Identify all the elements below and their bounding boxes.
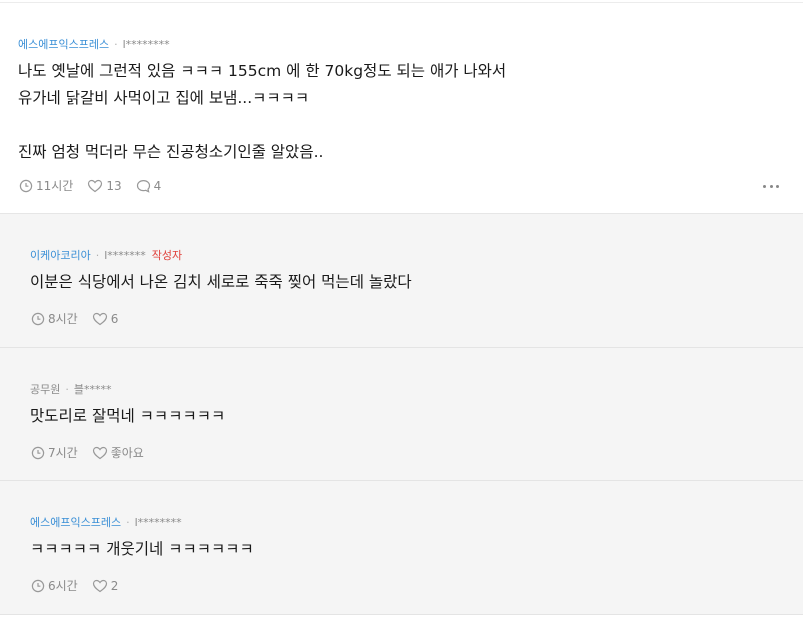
like-label: 좋아요 — [110, 446, 144, 460]
comment-actions: 11시간 13 4 — [19, 177, 175, 194]
comment-actions: 7시간 좋아요 — [31, 444, 158, 461]
clock-icon — [31, 446, 45, 459]
heart-icon — [92, 446, 107, 459]
reply-item: 이케아코리아 · l******* 작성자 이분은 식당에서 나온 김치 세로로 죽죽… — [0, 214, 803, 348]
nickname: l******** — [122, 38, 170, 51]
like-count: 13 — [106, 178, 122, 193]
time-label: 8시간 — [48, 312, 78, 326]
heart-icon — [88, 179, 103, 192]
comment-line — [18, 112, 506, 139]
nickname: 블***** — [73, 383, 112, 396]
meta-separator: · — [114, 38, 118, 51]
like-button[interactable]: 6 — [92, 311, 119, 326]
heart-icon — [92, 579, 107, 592]
comment-actions: 6시간 2 — [31, 577, 132, 594]
comment-text: ㅋㅋㅋㅋㅋ 개웃기네 ㅋㅋㅋㅋㅋㅋ — [30, 540, 254, 558]
time-label: 6시간 — [48, 579, 78, 593]
clock-icon — [19, 179, 33, 192]
time-label: 11시간 — [36, 179, 74, 193]
meta-separator: · — [65, 383, 69, 396]
heart-icon — [92, 312, 107, 325]
more-dots-icon[interactable] — [763, 179, 779, 193]
comment-meta: 이케아코리아 · l******* 작성자 — [30, 247, 182, 263]
reply-count: 4 — [153, 178, 162, 193]
comment-line: 유가네 닭갈비 사먹이고 집에 보냄...ㅋㅋㅋㅋ — [18, 89, 310, 107]
like-count: 6 — [110, 311, 119, 326]
comment-line: 진짜 엄청 먹더라 무슨 진공청소기인줄 알았음.. — [18, 143, 324, 161]
company-link[interactable]: 에스에프익스프레스 — [18, 38, 109, 51]
comment-line: 나도 옛날에 그런적 있음 ㅋㅋㅋ 155cm 에 한 70kg정도 되는 애가… — [18, 62, 507, 80]
comment-meta: 에스에프익스프레스 · l******** — [18, 36, 170, 52]
nickname: l******** — [134, 516, 182, 529]
clock-icon — [31, 312, 45, 325]
comment-item: 에스에프익스프레스 · l******** 나도 옛날에 그런적 있음 ㅋㅋㅋ 15… — [0, 3, 803, 214]
comment-meta: 공무원 · 블***** — [30, 381, 112, 397]
comment-text: 맛도리로 잘먹네 ㅋㅋㅋㅋㅋㅋ — [30, 407, 226, 425]
reply-button[interactable]: 4 — [136, 178, 162, 193]
like-button[interactable]: 좋아요 — [92, 444, 144, 461]
clock-icon — [31, 579, 45, 592]
like-button[interactable]: 13 — [87, 178, 122, 193]
like-button[interactable]: 2 — [92, 578, 119, 593]
author-badge: 작성자 — [151, 249, 183, 262]
comment-text: 나도 옛날에 그런적 있음 ㅋㅋㅋ 155cm 에 한 70kg정도 되는 애가… — [18, 58, 506, 166]
timestamp: 7시간 — [31, 444, 78, 461]
nickname: l******* — [104, 249, 146, 262]
company-link[interactable]: 에스에프익스프레스 — [30, 516, 121, 529]
comment-text: 이분은 식당에서 나온 김치 세로로 죽죽 찢어 먹는데 놀랐다 — [30, 273, 412, 291]
time-label: 7시간 — [48, 446, 78, 460]
meta-separator: · — [95, 249, 100, 262]
like-count: 2 — [110, 578, 119, 593]
reply-item: 공무원 · 블***** 맛도리로 잘먹네 ㅋㅋㅋㅋㅋㅋ 7시간 좋아요 — [0, 348, 803, 481]
timestamp: 11시간 — [19, 177, 73, 194]
meta-separator: · — [126, 516, 130, 529]
reply-item: 에스에프익스프레스 · l******** ㅋㅋㅋㅋㅋ 개웃기네 ㅋㅋㅋㅋㅋㅋ 6시… — [0, 481, 803, 615]
company-label: 공무원 — [30, 383, 61, 396]
company-link[interactable]: 이케아코리아 — [30, 249, 91, 262]
timestamp: 6시간 — [31, 577, 78, 594]
comment-actions: 8시간 6 — [31, 310, 132, 327]
comment-meta: 에스에프익스프레스 · l******** — [30, 514, 182, 530]
comment-bubble-icon — [136, 179, 150, 193]
timestamp: 8시간 — [31, 310, 78, 327]
